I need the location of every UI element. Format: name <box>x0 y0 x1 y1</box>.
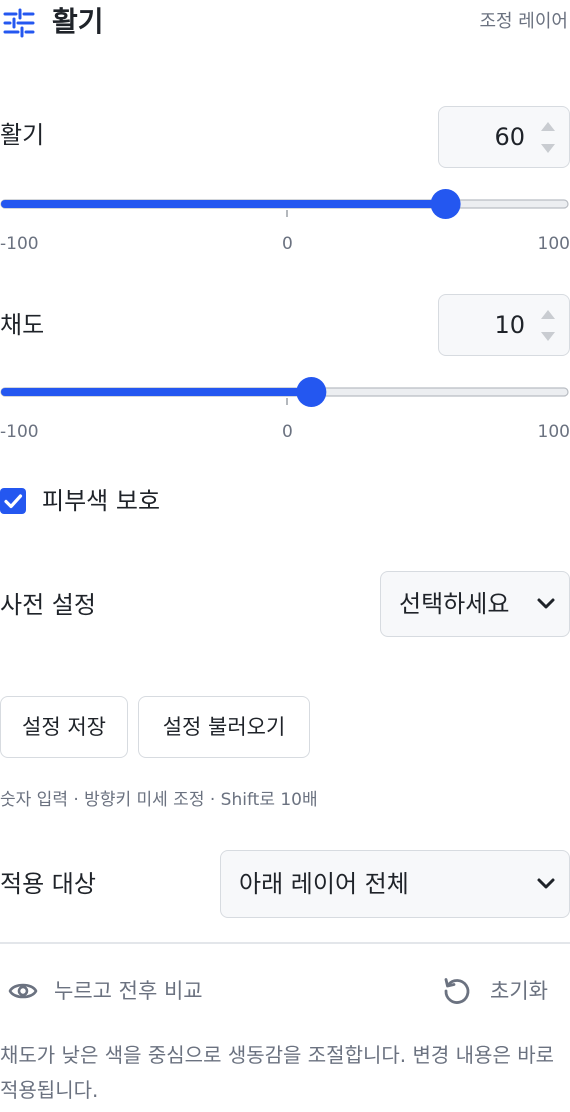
panel-title: 활기 <box>52 5 104 38</box>
vibrance-tick-mid: 0 <box>282 234 293 254</box>
apply-to-select[interactable]: 아래 레이어 전체 <box>220 850 570 918</box>
reset-icon <box>444 978 470 1004</box>
saturation-slider[interactable] <box>0 372 570 412</box>
saturation-tick-min: -100 <box>0 422 39 442</box>
save-settings-button[interactable]: 설정 저장 <box>0 696 128 758</box>
reset-button[interactable]: 초기화 <box>442 974 562 1008</box>
vibrance-tick-max: 100 <box>537 234 570 254</box>
apply-to-selected-value: 아래 레이어 전체 <box>239 870 409 898</box>
saturation-tick-mid: 0 <box>282 422 293 442</box>
saturation-slider-fill <box>1 388 312 396</box>
saturation-label: 채도 <box>0 311 45 339</box>
eye-icon <box>8 983 38 999</box>
apply-to-label: 적용 대상 <box>0 870 96 898</box>
saturation-value: 10 <box>494 311 525 339</box>
load-settings-button[interactable]: 설정 불러오기 <box>138 696 310 758</box>
chevron-down-icon <box>537 598 555 609</box>
vibrance-slider-thumb <box>430 189 461 219</box>
vibrance-slider[interactable] <box>0 184 570 224</box>
preset-label: 사전 설정 <box>0 591 96 619</box>
panel-description: 채도가 낮은 색을 중심으로 생동감을 조절합니다. 변경 내용은 바로 적용됩… <box>0 1043 555 1102</box>
preset-selected-value: 선택하세요 <box>399 590 510 618</box>
vibrance-slider-fill <box>1 200 446 208</box>
skin-protect-checkbox[interactable] <box>0 488 26 514</box>
keyboard-hint: 숫자 입력 · 방향키 미세 조정 · Shift로 10배 <box>0 790 318 810</box>
vibrance-label: 활기 <box>0 121 45 149</box>
spinner-arrows-icon[interactable] <box>539 117 557 157</box>
vibrance-number-input[interactable]: 60 <box>438 106 570 168</box>
skin-protect-label: 피부색 보호 <box>42 487 161 515</box>
panel-subtitle: 조정 레이어 <box>479 11 568 32</box>
vibrance-value: 60 <box>494 123 525 151</box>
reset-label: 초기화 <box>490 979 548 1003</box>
panel-header: 활기 조정 레이어 <box>0 0 570 46</box>
spinner-arrows-icon[interactable] <box>539 305 557 345</box>
compare-label: 누르고 전후 비교 <box>54 979 203 1003</box>
preset-select[interactable]: 선택하세요 <box>380 571 570 637</box>
saturation-tick-max: 100 <box>537 422 570 442</box>
sliders-icon <box>3 8 35 38</box>
saturation-number-input[interactable]: 10 <box>438 294 570 356</box>
chevron-down-icon <box>537 878 555 889</box>
vibrance-tick-min: -100 <box>0 234 39 254</box>
saturation-slider-thumb <box>296 377 327 407</box>
checkmark-icon <box>4 494 23 509</box>
section-divider <box>0 942 570 944</box>
